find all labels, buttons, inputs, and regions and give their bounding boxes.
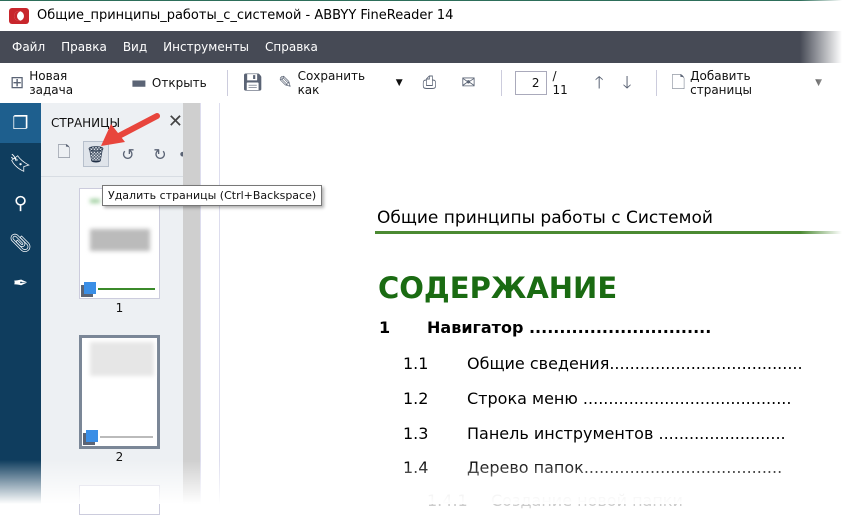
splitter[interactable] — [200, 103, 220, 504]
pages-icon[interactable]: ❐ — [0, 103, 41, 143]
mail-icon: ✉ — [461, 72, 476, 93]
title-bar: Общие_принципы_работы_с_системой - ABBYY… — [0, 0, 842, 30]
add-page-icon: 🗋 — [671, 72, 686, 93]
arrow-up-icon: 🡑 — [594, 72, 604, 93]
folder-icon: ▬ — [130, 72, 147, 93]
open-label: Открыть — [151, 76, 207, 90]
bookmark-icon[interactable]: 🔖︎ — [0, 143, 41, 183]
page-total: / 11 — [552, 69, 568, 97]
add-pages-button[interactable]: 🗋 Добавить страницы ▼ — [671, 69, 822, 97]
print-icon: ⎙ — [422, 72, 437, 93]
close-icon[interactable]: ✕ — [168, 111, 183, 132]
window-title: Общие_принципы_работы_с_системой - ABBYY… — [37, 8, 454, 23]
new-task-button[interactable]: ⊞ Новая задача — [10, 69, 111, 97]
divider — [226, 70, 228, 96]
prev-page-button[interactable]: 🡑 — [594, 72, 609, 93]
save-as-button[interactable]: ✎ Сохранить как ▼ — [278, 69, 402, 97]
new-task-label: Новая задача — [29, 69, 74, 97]
menu-tools[interactable]: Инструменты — [163, 40, 249, 54]
tooltip: Удалить страницы (Ctrl+Backspace) — [102, 185, 323, 206]
doc-header: Общие принципы работы с Системой — [377, 208, 713, 228]
chevron-down-icon: ▼ — [815, 78, 823, 88]
page-number-1: 1 — [115, 301, 124, 315]
text-page-icon — [84, 282, 96, 294]
left-nav: ❐ 🔖︎ ⚲ 📎︎ ✒ — [0, 103, 41, 504]
divider — [41, 176, 183, 177]
red-arrow-annotation — [101, 113, 160, 146]
toc-item[interactable]: 1.1 Общие сведения.......................… — [403, 354, 803, 373]
new-task-icon: ⊞ — [10, 72, 25, 93]
save-as-icon: ✎ — [278, 72, 293, 93]
open-button[interactable]: ▬ Открыть — [130, 72, 207, 93]
pages-scrollbar[interactable] — [183, 103, 200, 504]
doc-heading: СОДЕРЖАНИЕ — [378, 271, 618, 305]
menu-file[interactable]: Файл — [12, 40, 45, 54]
page-thumbnail-2[interactable] — [79, 335, 160, 449]
document-view: Общие принципы работы с Системой СОДЕРЖА… — [221, 103, 842, 510]
menu-edit[interactable]: Правка — [61, 40, 107, 54]
add-pages-label: Добавить страницы — [690, 69, 752, 97]
save-icon: 💾︎ — [241, 72, 264, 93]
attachment-icon[interactable]: 📎︎ — [0, 223, 41, 263]
toolbar: ⊞ Новая задача ▬ Открыть 💾︎ ✎ Сохранить как… — [0, 63, 842, 103]
page-thumbnail-3[interactable] — [79, 485, 160, 515]
text-page-icon — [86, 430, 98, 442]
signature-pen-icon[interactable]: ✒ — [0, 263, 41, 303]
chevron-down-icon: ▼ — [395, 78, 403, 88]
add-page-icon[interactable]: 🗋 — [51, 141, 77, 167]
header-rule — [375, 231, 842, 234]
toc-item[interactable]: 1 Навигатор .............................… — [379, 318, 711, 337]
toc-item[interactable]: 1.4.1 Создание новой папки — [427, 491, 683, 510]
menu-bar: Файл Правка Вид Инструменты Справка — [0, 31, 842, 63]
divider — [500, 70, 502, 96]
toc-item[interactable]: 1.3 Панель инструментов .................… — [403, 424, 786, 443]
next-page-button[interactable]: 🡓 — [622, 72, 637, 93]
arrow-down-icon: 🡓 — [622, 72, 632, 93]
toc-item[interactable]: 1.2 Строка меню .........................… — [403, 389, 791, 408]
divider — [656, 70, 658, 96]
menu-help[interactable]: Справка — [265, 40, 318, 54]
menu-view[interactable]: Вид — [123, 40, 147, 54]
save-as-label: Сохранить как — [297, 69, 366, 97]
email-button[interactable]: ✉ — [461, 72, 480, 93]
save-button[interactable]: 💾︎ — [241, 72, 269, 93]
page-number-2: 2 — [115, 450, 124, 464]
print-button[interactable]: ⎙ — [422, 72, 442, 93]
pages-panel: СТРАНИЦЫ ✕ 🗋 🗑︎ ↺ ↻ ••• 1 2 — [41, 103, 206, 515]
page-number-input[interactable]: 2 — [515, 71, 547, 95]
app-logo-icon — [9, 7, 29, 24]
search-icon[interactable]: ⚲ — [0, 183, 41, 223]
toc-item[interactable]: 1.4 Дерево папок.........................… — [403, 458, 782, 477]
